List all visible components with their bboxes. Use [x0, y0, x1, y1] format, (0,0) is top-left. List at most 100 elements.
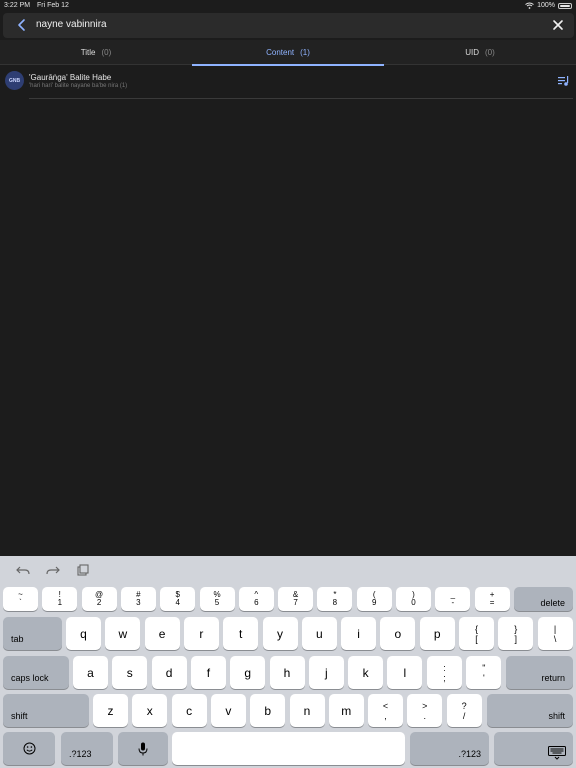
tab-uid[interactable]: UID (0): [384, 40, 576, 65]
tab-key[interactable]: tab: [3, 617, 62, 650]
letter-key-o[interactable]: o: [380, 617, 416, 650]
symbol-key[interactable]: <,: [368, 694, 403, 727]
return-key[interactable]: return: [506, 656, 573, 689]
status-right: 100%: [525, 2, 572, 9]
letter-key-c[interactable]: c: [171, 694, 207, 727]
symbol-key[interactable]: | \: [537, 617, 573, 650]
emoji-key[interactable]: [3, 732, 55, 765]
letter-key-t[interactable]: t: [223, 617, 259, 650]
dismiss-keyboard-key[interactable]: [494, 732, 573, 765]
on-screen-keyboard: ~ `! 1 @2 #3 $4% 5 ^ 6 & 7 * 8(9) 0 _ - + = delete tab qw…: [0, 556, 576, 768]
paste-icon[interactable]: [76, 564, 90, 576]
letter-key-m[interactable]: m: [328, 694, 364, 727]
dictation-key[interactable]: [118, 732, 168, 765]
number-row-key[interactable]: + =: [474, 587, 510, 611]
undo-icon[interactable]: [16, 564, 30, 576]
key-glyph: u: [315, 626, 323, 641]
letter-key-l[interactable]: l: [387, 656, 423, 689]
number-row-key[interactable]: @2: [81, 587, 117, 611]
key-glyph: 5: [214, 598, 220, 607]
letter-key-i[interactable]: i: [341, 617, 377, 650]
result-title: 'Gaurāṅga' Balite Habe: [29, 73, 112, 82]
microphone-icon: [138, 742, 148, 755]
key-glyph: :: [443, 662, 446, 673]
letter-key-f[interactable]: f: [190, 656, 226, 689]
key-glyph: .: [423, 710, 427, 721]
key-glyph: g: [244, 665, 252, 680]
letter-key-n[interactable]: n: [289, 694, 325, 727]
letter-key-z[interactable]: z: [93, 694, 128, 727]
key-glyph: {: [474, 623, 478, 634]
key-glyph: i: [357, 626, 360, 641]
shift-key-left[interactable]: shift: [3, 694, 89, 727]
key-glyph: `: [19, 598, 22, 607]
letter-key-s[interactable]: s: [112, 656, 148, 689]
letter-key-e[interactable]: e: [144, 617, 180, 650]
symbol-key[interactable]: ? /: [446, 694, 482, 727]
letter-key-g[interactable]: g: [230, 656, 266, 689]
symbol-key[interactable]: {[: [459, 617, 494, 650]
key-glyph: /: [462, 710, 466, 721]
close-icon[interactable]: [551, 18, 565, 32]
search-input[interactable]: nayne vabinnira: [36, 19, 107, 30]
keyboard-toolbar: [0, 556, 576, 584]
symbol-key[interactable]: :;: [427, 656, 462, 689]
symbol-key[interactable]: }]: [498, 617, 534, 650]
redo-icon[interactable]: [46, 564, 60, 576]
shift-key-right[interactable]: shift: [487, 694, 573, 727]
number-row-key[interactable]: ) 0: [396, 587, 431, 611]
delete-key[interactable]: delete: [514, 587, 573, 611]
tab-content[interactable]: Content (1): [192, 40, 384, 66]
battery-percent: 100%: [537, 2, 555, 9]
key-glyph: n: [303, 703, 311, 718]
key-glyph: r: [199, 626, 204, 641]
list-item[interactable]: GNB 'Gaurāṅga' Balite Habe 'hari hari' b…: [0, 68, 576, 99]
letter-key-v[interactable]: v: [210, 694, 246, 727]
letter-key-u[interactable]: u: [301, 617, 337, 650]
number-row-key[interactable]: $4: [160, 587, 196, 611]
number-row-key[interactable]: * 8: [317, 587, 353, 611]
app-screen: 3:22 PM Fri Feb 12 100% nayne vabinnira …: [0, 0, 576, 768]
key-glyph: <: [382, 700, 389, 711]
letter-key-j[interactable]: j: [308, 656, 344, 689]
letter-key-h[interactable]: h: [269, 656, 305, 689]
number-row-key[interactable]: _ -: [435, 587, 471, 611]
key-glyph: }: [514, 623, 518, 634]
number-row-key[interactable]: (9: [356, 587, 392, 611]
space-key[interactable]: [172, 732, 405, 765]
key-glyph: b: [264, 703, 272, 718]
symbol-key[interactable]: >.: [407, 694, 443, 727]
chevron-left-icon[interactable]: [15, 18, 29, 32]
avatar: GNB: [5, 71, 24, 90]
key-glyph: z: [107, 703, 114, 718]
key-glyph: y: [277, 626, 283, 641]
letter-key-q[interactable]: q: [66, 617, 101, 650]
key-glyph: =: [489, 598, 495, 607]
letter-key-x[interactable]: x: [132, 694, 168, 727]
playlist-add-icon[interactable]: [558, 76, 570, 86]
tab-title[interactable]: Title (0): [0, 40, 192, 65]
number-row-key[interactable]: ^ 6: [238, 587, 274, 611]
letter-key-p[interactable]: p: [419, 617, 455, 650]
key-glyph: t: [239, 626, 243, 641]
letter-key-y[interactable]: y: [262, 617, 298, 650]
symbol-key[interactable]: " ': [466, 656, 502, 689]
letter-key-b[interactable]: b: [250, 694, 286, 727]
numbers-key-right[interactable]: .?123: [410, 732, 489, 765]
key-glyph: a: [87, 665, 94, 680]
letter-key-k[interactable]: k: [348, 656, 384, 689]
key-glyph: c: [186, 703, 193, 718]
number-row-key[interactable]: & 7: [278, 587, 314, 611]
numbers-key-left[interactable]: .?123: [61, 732, 113, 765]
key-glyph: ?: [461, 700, 467, 711]
number-row-key[interactable]: % 5: [199, 587, 235, 611]
key-glyph: |: [553, 623, 557, 634]
number-row-key[interactable]: #3: [120, 587, 156, 611]
letter-key-a[interactable]: a: [73, 656, 108, 689]
letter-key-d[interactable]: d: [151, 656, 187, 689]
letter-key-w[interactable]: w: [105, 617, 141, 650]
letter-key-r[interactable]: r: [183, 617, 219, 650]
number-row-key[interactable]: ! 1: [42, 587, 78, 611]
number-row-key[interactable]: ~ `: [3, 587, 38, 611]
caps-lock-key[interactable]: caps lock: [3, 656, 69, 689]
